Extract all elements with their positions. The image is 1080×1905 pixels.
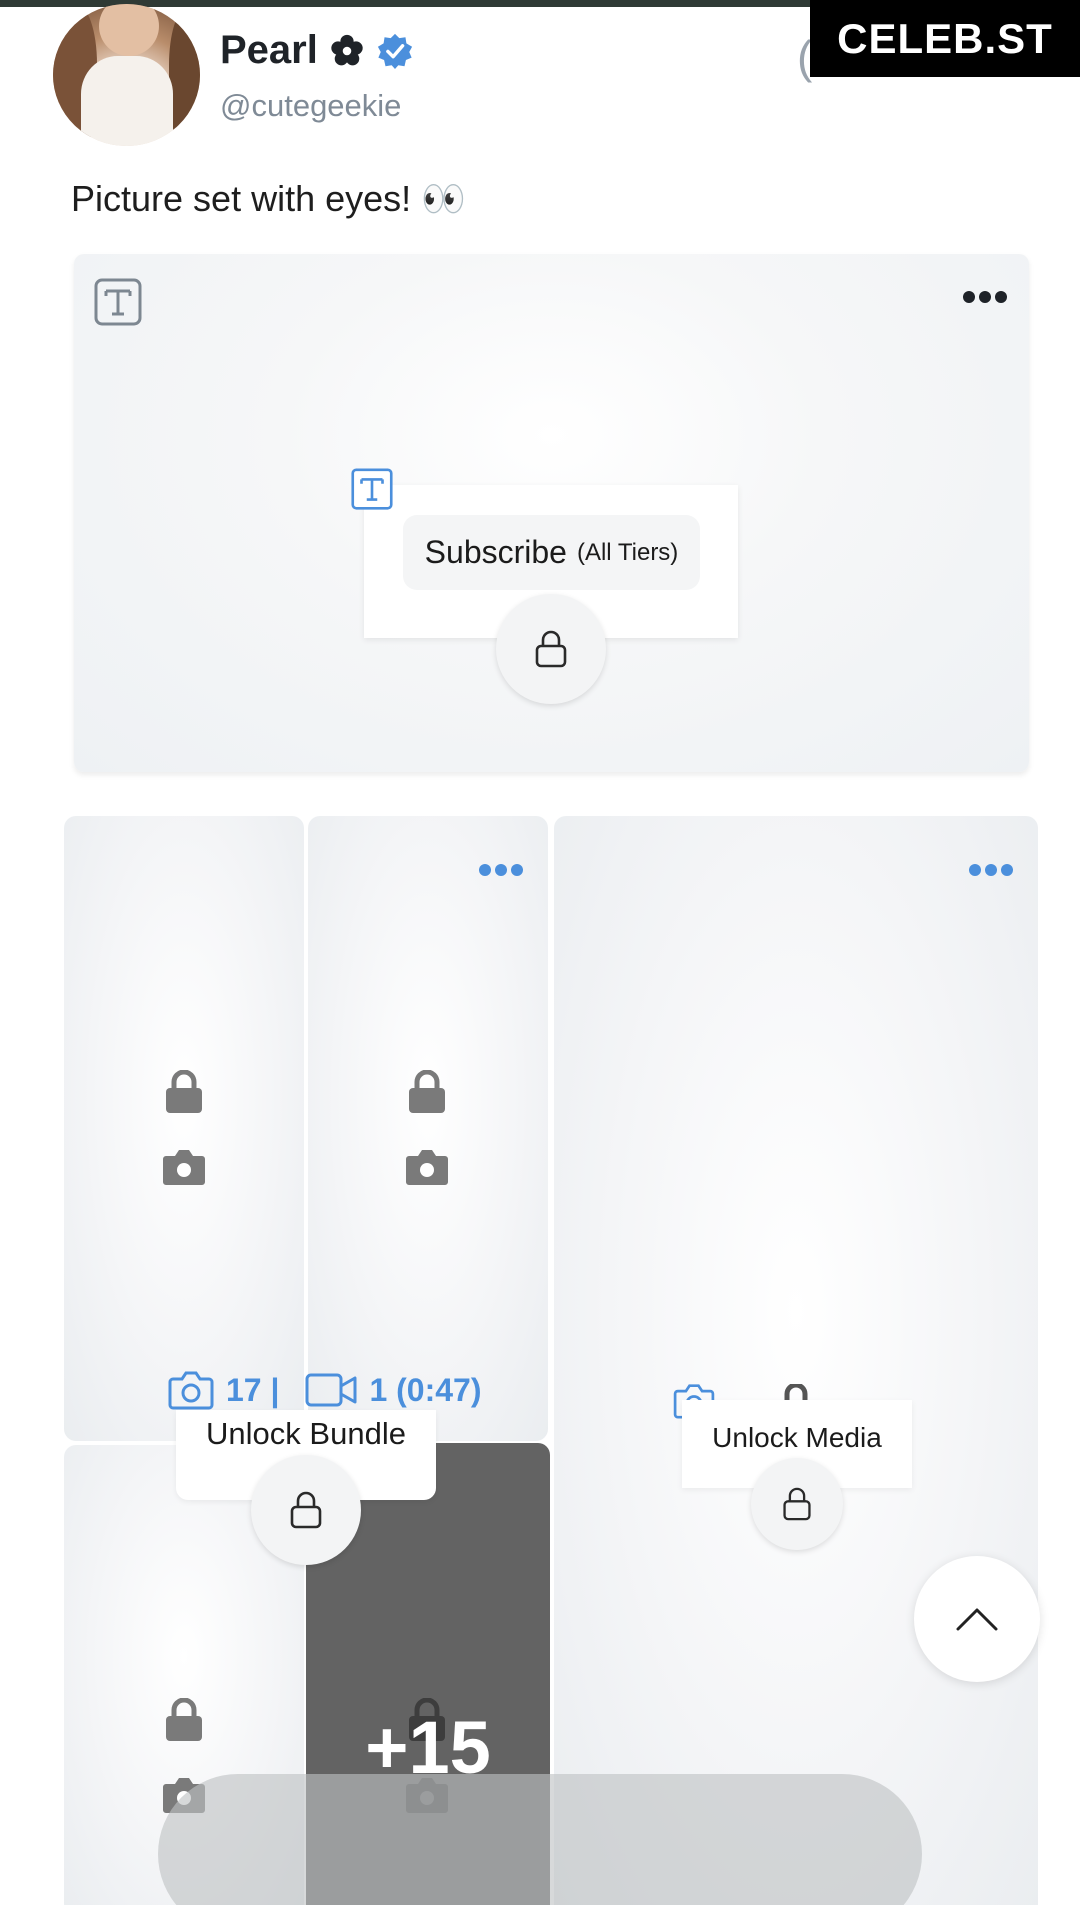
bundle-media-stats: 17 | 1 (0:47) (168, 1370, 481, 1410)
bottom-floating-bar[interactable] (158, 1774, 922, 1905)
author-name[interactable]: Pearl (220, 28, 318, 73)
subscribe-label: Subscribe (424, 534, 567, 570)
watermark-text: CELEB.ST (837, 14, 1053, 62)
post-caption: Picture set with eyes! 👀 (71, 178, 466, 219)
author-name-row[interactable]: Pearl (220, 28, 414, 73)
lock-icon (409, 1070, 445, 1113)
scroll-to-top-button[interactable] (914, 1556, 1040, 1682)
single-media-tile[interactable] (554, 816, 1038, 1905)
verified-badge-icon (377, 33, 412, 69)
subscribe-tier: (All Tiers) (576, 538, 679, 566)
text-post-icon (94, 278, 142, 326)
video-count-icon (305, 1373, 357, 1407)
flower-icon (331, 34, 363, 65)
bundle-tile-2[interactable] (308, 816, 548, 1441)
unlock-bundle-lock-button[interactable] (251, 1455, 361, 1565)
unlock-media-lock-button[interactable] (751, 1458, 843, 1550)
lock-outline-icon (290, 1491, 322, 1529)
bundle-tile-1[interactable] (64, 816, 304, 1441)
text-post-icon-small (351, 468, 393, 510)
subscribe-button[interactable]: Subscribe (All Tiers) (403, 515, 700, 590)
chevron-up-icon (956, 1608, 998, 1631)
author-handle[interactable]: @cutegeekie (220, 88, 401, 124)
media-more-options-icon[interactable] (968, 861, 1014, 879)
photo-count-icon (168, 1371, 214, 1410)
subscribe-lock-button[interactable] (496, 594, 606, 704)
lock-icon (166, 1070, 202, 1113)
bundle-more-options-icon[interactable] (478, 861, 524, 879)
lock-icon (166, 1698, 202, 1741)
lock-outline-icon (783, 1487, 811, 1521)
camera-icon (406, 1150, 448, 1185)
photo-count: 17 | (226, 1371, 280, 1408)
more-options-icon[interactable] (962, 286, 1008, 308)
video-count: 1 (0:47) (369, 1371, 482, 1408)
lock-outline-icon (535, 630, 567, 668)
avatar[interactable] (53, 4, 200, 146)
camera-icon (163, 1150, 205, 1185)
watermark-logo: CELEB.ST (810, 0, 1080, 77)
